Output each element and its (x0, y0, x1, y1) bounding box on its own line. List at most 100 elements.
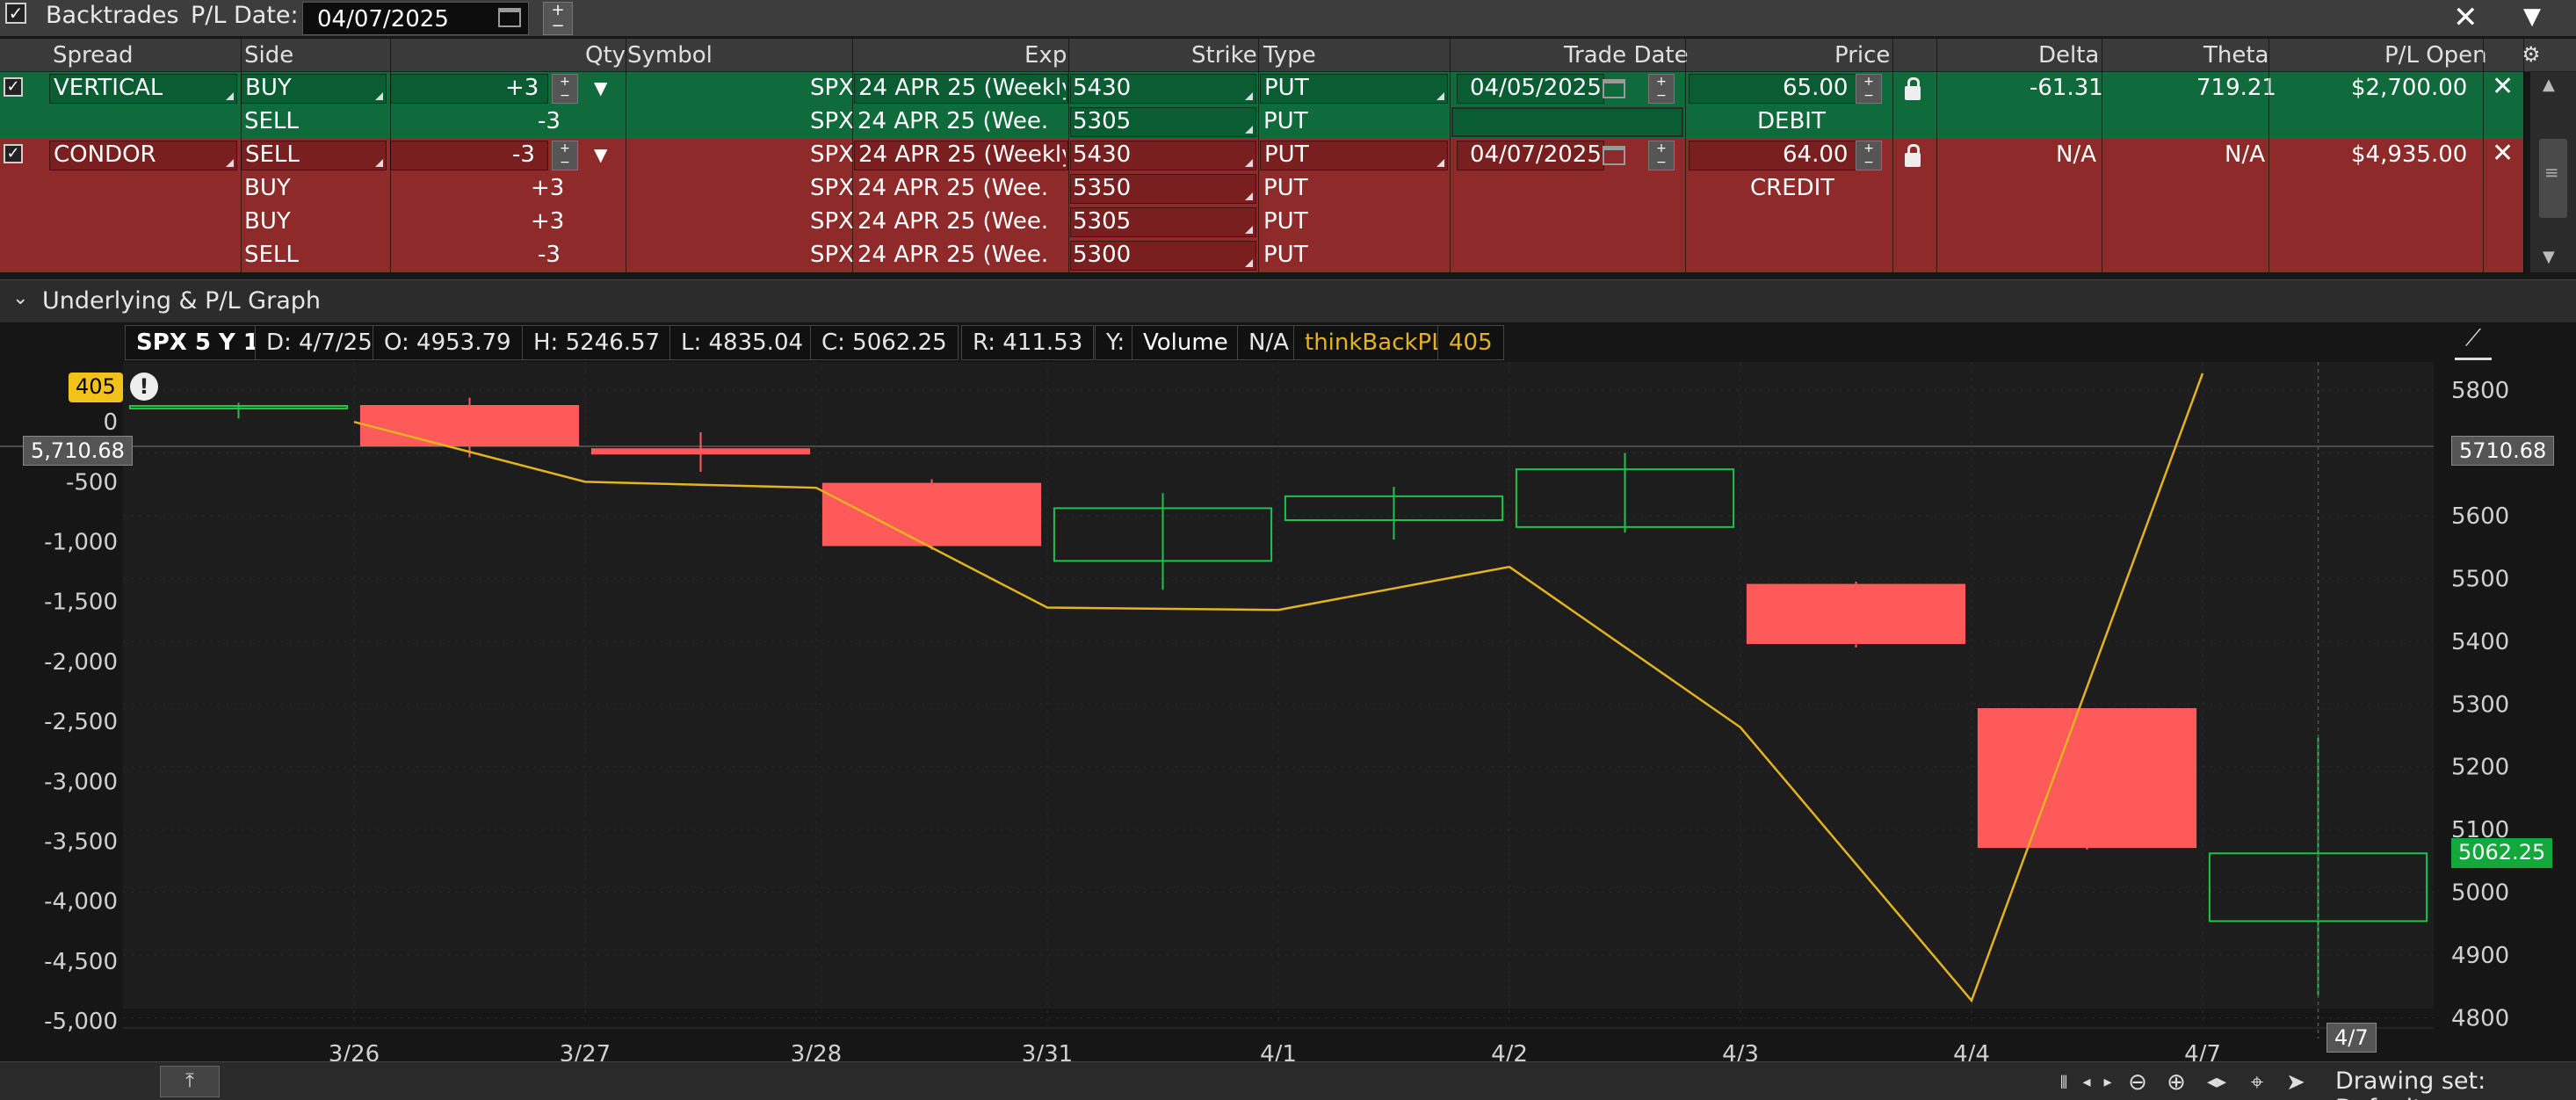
trade-date-input[interactable]: 04/07/2025 (1457, 141, 1604, 170)
spread-select[interactable]: VERTICAL (49, 74, 237, 104)
trade-date-value: 04/05/2025 (1470, 75, 1600, 101)
minus-icon[interactable]: − (551, 18, 564, 34)
pl-tick-label: -2,500 (44, 709, 118, 735)
trade-date-stepper[interactable]: + − (1648, 141, 1675, 170)
header-qty[interactable]: Qty (585, 42, 626, 69)
scroll-thumb[interactable]: ≡ (2539, 139, 2567, 218)
price-tick-label: 5000 (2451, 880, 2509, 907)
scroll-up-icon[interactable]: ▲ (2543, 76, 2555, 94)
trade-date-input[interactable]: 04/05/2025 (1457, 74, 1604, 104)
header-strike[interactable]: Strike (1191, 42, 1257, 69)
price-stepper[interactable]: + − (1856, 74, 1882, 104)
header-theta[interactable]: Theta (2203, 42, 2268, 69)
chevron-down-icon[interactable]: ▼ (594, 77, 607, 98)
side-select[interactable]: BUY (241, 74, 387, 104)
row-checkbox[interactable]: ✓ (4, 144, 23, 163)
calendar-icon[interactable] (1603, 79, 1625, 98)
remove-row-icon[interactable]: ✕ (2492, 71, 2514, 102)
chevron-down-icon[interactable]: ⌄ (12, 287, 28, 309)
strike-select[interactable]: 5430 (1070, 74, 1256, 104)
underlying-pl-chart[interactable]: 4800490050005100520053005400550056005700… (0, 325, 2576, 1061)
ohlc-date: D: 4/7/25 (255, 325, 384, 360)
price-input[interactable]: 65.00 (1689, 74, 1864, 104)
scroll-down-icon[interactable]: ▼ (2543, 248, 2555, 266)
exp-select[interactable]: 24 APR 25 (Weekly) (854, 74, 1068, 104)
qty-stepper[interactable]: + − (552, 141, 578, 170)
pl-date-input[interactable]: 04/07/2025 (302, 2, 529, 35)
dropdown-corner-icon (1245, 226, 1253, 234)
trade-date-input[interactable] (1451, 107, 1683, 137)
backtrades-checkbox[interactable]: ✓ (5, 3, 26, 24)
expand-panel-icon[interactable]: ⤒ (160, 1066, 220, 1097)
strike-select[interactable]: 5300 (1070, 241, 1256, 271)
header-side[interactable]: Side (244, 42, 293, 69)
header-symbol[interactable]: Symbol (627, 42, 713, 69)
strike-select[interactable]: 5305 (1070, 107, 1256, 137)
grid-scrollbar[interactable]: ▲ ≡ ▼ (2530, 72, 2576, 272)
volume-value: N/A (1237, 325, 1300, 360)
exp-select[interactable]: 24 APR 25 (Weekly) (854, 141, 1068, 170)
spread-value: VERTICAL (54, 75, 163, 101)
pl-open-value: $4,935.00 (2351, 141, 2468, 168)
price-scale-icon[interactable]: ⟋ (2455, 325, 2492, 360)
chevron-down-icon[interactable]: ▼ (2523, 4, 2541, 30)
spread-select[interactable]: CONDOR (49, 141, 237, 170)
header-exp[interactable]: Exp (1024, 42, 1067, 69)
table-row[interactable]: ✓ CONDOR SELL -3 + − ▼ SPX 24 APR 25 (Wee… (0, 138, 2523, 172)
pl-date-stepper[interactable]: + − (543, 2, 573, 35)
lock-icon[interactable] (1905, 144, 1921, 167)
strike-select[interactable]: 5305 (1070, 207, 1256, 237)
strike-value: 5305 (1073, 108, 1132, 134)
gear-icon[interactable]: ⚙ (2522, 42, 2541, 67)
strike-select[interactable]: 5430 (1070, 141, 1256, 170)
type-select[interactable]: PUT (1260, 141, 1448, 170)
study-label[interactable]: thinkBackPL (1293, 325, 1456, 360)
dropdown-corner-icon (1436, 92, 1444, 100)
price-tick-label: 5200 (2451, 755, 2509, 781)
drawing-set-label[interactable]: Drawing set: Default (2335, 1067, 2576, 1100)
trade-date-stepper[interactable]: + − (1648, 74, 1675, 104)
qty-value: +3 (505, 75, 539, 101)
strike-value: 5430 (1073, 141, 1132, 168)
table-row: SELL -3 SPX 24 APR 25 (Wee... 5300 PUT (0, 239, 2523, 272)
type-value: PUT (1263, 175, 1308, 201)
scroll-right-icon[interactable]: ▸ (2095, 1069, 2121, 1096)
side-value: BUY (244, 175, 291, 201)
symbol-value: SPX (810, 175, 854, 201)
price-stepper[interactable]: + − (1856, 141, 1882, 170)
zoom-in-icon[interactable]: ⊕ (2163, 1069, 2189, 1096)
header-delta[interactable]: Delta (2038, 42, 2099, 69)
header-spread[interactable]: Spread (53, 42, 134, 69)
price-effect: DEBIT (1757, 108, 1826, 134)
side-value: SELL (244, 108, 299, 134)
chevron-down-icon[interactable]: ▼ (594, 144, 607, 165)
pan-icon[interactable]: ◂▸ (2203, 1069, 2230, 1096)
cursor-pointer-icon[interactable]: ➤ (2283, 1069, 2309, 1096)
type-value: PUT (1263, 208, 1308, 235)
side-value: BUY (244, 208, 291, 235)
qty-input[interactable]: -3 (390, 141, 548, 170)
strike-select[interactable]: 5350 (1070, 174, 1256, 204)
qty-stepper[interactable]: + − (552, 74, 578, 104)
table-row[interactable]: ✓ VERTICAL BUY +3 + − ▼ SPX 24 APR 25 (We… (0, 71, 2523, 105)
qty-input[interactable]: +3 (390, 74, 548, 104)
side-select[interactable]: SELL (241, 141, 387, 170)
price-input[interactable]: 64.00 (1689, 141, 1864, 170)
type-select[interactable]: PUT (1260, 74, 1448, 104)
price-tick-label: 4900 (2451, 943, 2509, 969)
header-pl-open[interactable]: P/L Open (2384, 42, 2487, 69)
calendar-icon[interactable] (1603, 146, 1625, 165)
volume-label[interactable]: Volume (1132, 325, 1240, 360)
crosshair-icon[interactable]: ⌖ (2244, 1069, 2270, 1096)
close-icon[interactable]: ✕ (2453, 0, 2478, 35)
row-checkbox[interactable]: ✓ (4, 77, 23, 97)
header-price[interactable]: Price (1834, 42, 1890, 69)
zoom-out-icon[interactable]: ⊖ (2124, 1069, 2151, 1096)
lock-icon[interactable] (1905, 77, 1921, 100)
remove-row-icon[interactable]: ✕ (2492, 138, 2514, 169)
header-trade-date[interactable]: Trade Date (1564, 42, 1689, 69)
calendar-icon[interactable] (498, 8, 521, 27)
underlying-pl-graph-header[interactable]: ⌄ Underlying & P/L Graph (0, 279, 2576, 323)
alert-icon[interactable]: ! (130, 373, 158, 401)
header-type[interactable]: Type (1263, 42, 1316, 69)
